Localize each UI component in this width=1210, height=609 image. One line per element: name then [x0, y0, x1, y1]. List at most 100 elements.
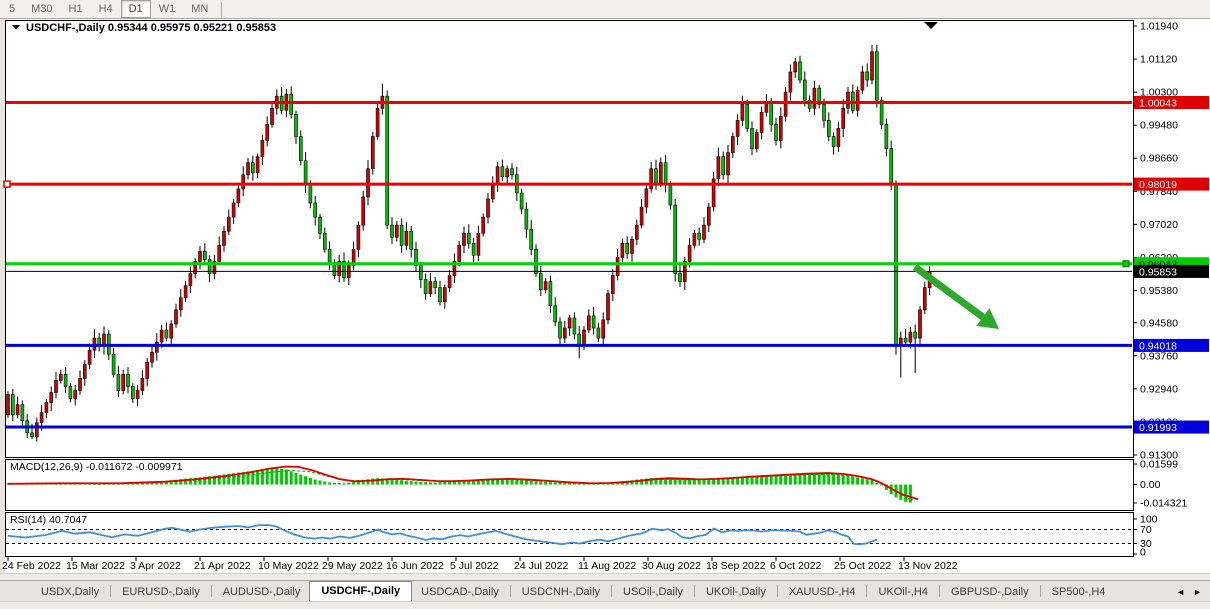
candle-body — [919, 310, 922, 338]
candle-body — [458, 245, 461, 261]
candle-body — [333, 263, 336, 275]
candle-body — [189, 274, 192, 286]
candle-body — [587, 316, 590, 330]
candle-body — [741, 104, 744, 120]
candle-body — [832, 136, 835, 146]
candle-body — [410, 231, 413, 249]
tab-ukoil-daily[interactable]: UKOil-,Daily — [697, 583, 775, 601]
macd-axis-label: -0.014321 — [1140, 498, 1187, 510]
tab-usdx-daily[interactable]: USDX,Daily — [32, 583, 108, 601]
candle-body — [165, 330, 168, 338]
candle-body — [664, 163, 667, 185]
price-badge-1.00043-text: 1.00043 — [1139, 97, 1177, 109]
candle-body — [563, 328, 566, 338]
timeframe-button-mn[interactable]: MN — [183, 0, 216, 18]
timeframe-button-w1[interactable]: W1 — [151, 0, 184, 18]
candle-body — [290, 94, 293, 114]
candle-body — [650, 169, 653, 189]
tab-usoil-daily[interactable]: USOil-,Daily — [614, 583, 692, 601]
tab-gbpusd-daily[interactable]: GBPUSD-,Daily — [942, 583, 1038, 601]
candle-body — [621, 243, 624, 257]
rsi-axis-label: 70 — [1140, 524, 1152, 536]
tab-xauusd-h4[interactable]: XAUUSD-,H4 — [780, 583, 865, 601]
candle-body — [184, 286, 187, 298]
candle-body — [227, 217, 230, 231]
candle-body — [602, 320, 605, 338]
time-axis-label: 16 Jun 2022 — [386, 560, 444, 572]
tab-usdcnh-daily[interactable]: USDCNH-,Daily — [513, 583, 609, 601]
tab-scroll-left-icon[interactable]: ◄ — [1176, 587, 1185, 597]
tab-audusd-daily[interactable]: AUDUSD-,Daily — [214, 583, 310, 601]
candle-body — [631, 239, 634, 253]
candle-body — [242, 175, 245, 189]
rsi-label: RSI(14) 40.7047 — [10, 514, 87, 526]
candle-body — [179, 298, 182, 310]
tab-usdcad-daily[interactable]: USDCAD-,Daily — [412, 583, 508, 601]
time-axis[interactable]: 24 Feb 202215 Mar 20223 Apr 202221 Apr 2… — [2, 557, 958, 572]
candle-body — [323, 233, 326, 249]
tab-eurusd-daily[interactable]: EURUSD-,Daily — [113, 583, 209, 601]
tab-usdchf-daily[interactable]: USDCHF-,Daily — [309, 581, 412, 601]
candle-body — [271, 108, 274, 124]
candle-body — [314, 203, 317, 217]
hline-handle-left[interactable] — [4, 181, 10, 187]
candle-body — [722, 157, 725, 175]
candle-body — [717, 157, 720, 179]
timeframe-button-h1[interactable]: H1 — [61, 0, 91, 18]
macd-histogram-bar — [275, 468, 278, 484]
price-axis-label: 0.94580 — [1140, 317, 1178, 329]
macd-histogram-bar — [823, 473, 826, 484]
hline-handle-right[interactable] — [1123, 261, 1129, 267]
price-axis-label: 0.97020 — [1140, 219, 1178, 231]
macd-axis-label: 0.01599 — [1140, 459, 1178, 471]
candle-body — [232, 203, 235, 217]
candle-body — [573, 318, 576, 334]
tab-sp500-h4[interactable]: SP500-,H4 — [1043, 583, 1115, 601]
candle-body — [861, 72, 864, 90]
candle-body — [611, 276, 614, 294]
time-axis-label: 6 Oct 2022 — [770, 560, 822, 572]
tab-separator — [510, 585, 511, 597]
macd-histogram-bar — [827, 473, 830, 484]
candle-body — [395, 225, 398, 237]
macd-histogram-bar — [443, 482, 446, 485]
candle-body — [583, 330, 586, 344]
candle-body — [112, 354, 115, 374]
candle-body — [688, 245, 691, 261]
candle-body — [482, 217, 485, 233]
candle-body — [151, 352, 154, 362]
candle-body — [885, 124, 888, 148]
macd-histogram-bar — [338, 483, 341, 485]
macd-histogram-bar — [319, 480, 322, 484]
timeframe-button-h4[interactable]: H4 — [91, 0, 121, 18]
timeframe-toolbar: 5M30H1H4D1W1MN — [0, 0, 1210, 19]
macd-histogram-bar — [347, 483, 350, 485]
candle-body — [823, 104, 826, 120]
candle-body — [871, 52, 874, 80]
candle-body — [731, 136, 734, 152]
candle-body — [827, 120, 830, 136]
candle-body — [520, 193, 523, 209]
macd-histogram-bar — [554, 482, 557, 484]
candle-body — [875, 52, 878, 100]
tab-scroll-right-icon[interactable]: ► — [1193, 587, 1202, 597]
macd-histogram-bar — [861, 479, 864, 485]
candle-body — [141, 378, 144, 390]
macd-histogram-bar — [535, 481, 538, 484]
timeframe-button-d1[interactable]: D1 — [121, 0, 151, 18]
candle-body — [35, 423, 38, 437]
candle-body — [237, 189, 240, 203]
current-price-badge: 0.95853 — [1134, 265, 1209, 279]
price-axis-label: 1.01120 — [1140, 54, 1177, 66]
macd-histogram-bar — [419, 482, 422, 485]
chart-area[interactable]: 1.019401.011201.003000.994800.986600.978… — [0, 19, 1210, 573]
macd-histogram-bar — [703, 479, 706, 484]
timeframe-button-m30[interactable]: M30 — [23, 0, 60, 18]
candle-body — [770, 102, 773, 124]
macd-histogram-bar — [299, 475, 302, 485]
candle-body — [794, 62, 797, 72]
tab-ukoil-h4[interactable]: UKOil-,H4 — [869, 583, 937, 601]
candle-body — [146, 362, 149, 378]
timeframe-button-5[interactable]: 5 — [1, 0, 23, 18]
macd-histogram-bar — [295, 473, 298, 485]
